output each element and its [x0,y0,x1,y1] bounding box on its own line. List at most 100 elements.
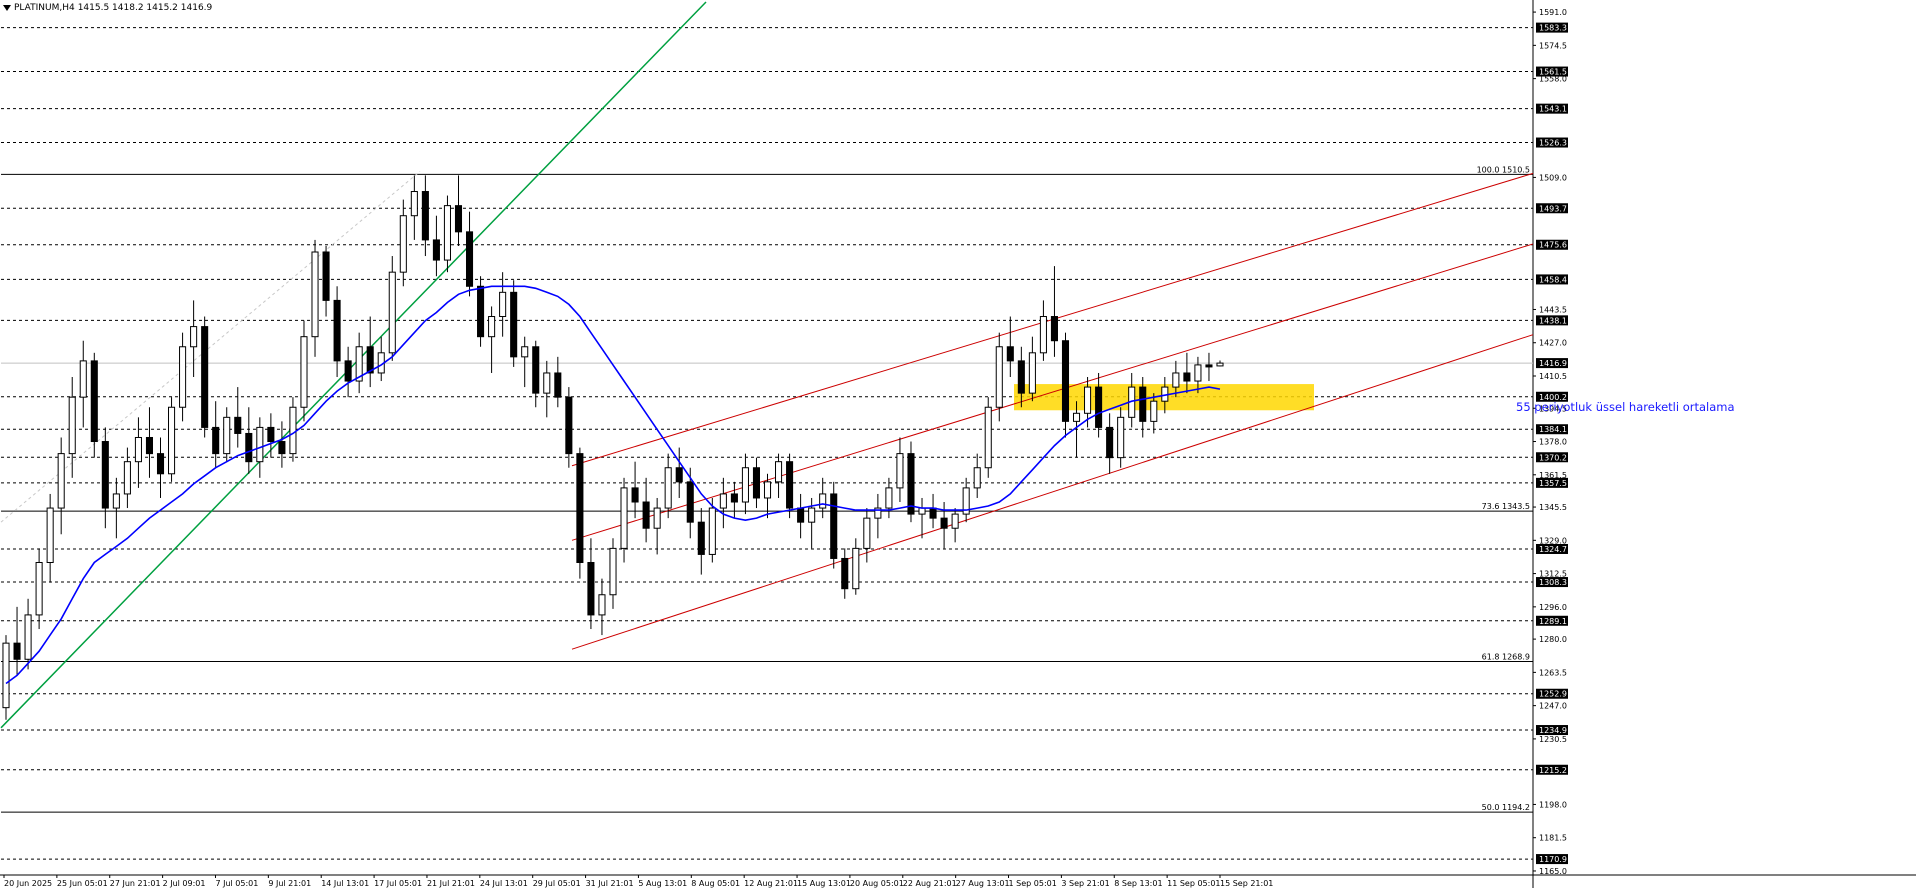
candle [333,299,341,362]
fib-label: 50.0 1194.2 [1482,803,1530,812]
candle [565,396,573,455]
candle [664,467,672,509]
candle [1084,386,1092,414]
candle [620,487,628,549]
candle [1106,426,1114,459]
fib-label: 61.8 1268.9 [1482,652,1530,661]
ohlc-readout: 1415.5 1418.2 1415.2 1416.9 [77,3,213,13]
candle [245,432,253,463]
candle [410,191,418,217]
collapse-triangle-icon[interactable] [3,5,11,11]
candle [168,406,176,475]
y-tick-label: 1296.0 [1539,603,1567,612]
level-price-label: 1215.2 [1539,766,1567,775]
x-tick-label: 12 Aug 21:01 [744,879,798,888]
candle [68,396,76,455]
candle [13,642,21,660]
candle [256,426,264,463]
candle [488,316,496,338]
candle [951,513,959,529]
candle [609,547,617,596]
candle [675,467,683,483]
candle [344,360,352,382]
level-price-label: 1357.5 [1539,479,1567,488]
ema-annotation: 55 periyotluk üssel hareketli ortalama [1516,400,1735,414]
y-tick-label: 1378.0 [1539,438,1567,447]
candle [984,406,992,469]
y-tick-label: 1181.5 [1539,834,1567,843]
symbol-label: PLATINUM,H4 [14,3,75,13]
candle [786,461,794,509]
candle [134,436,142,463]
current-price-label: 1416.9 [1539,359,1567,368]
channel-line [571,334,1534,650]
fib-label: 100.0 1510.5 [1477,165,1530,174]
y-tick-label: 1574.5 [1539,41,1567,50]
candle [1006,346,1014,362]
x-tick-label: 2 Jul 09:01 [163,879,206,888]
candle [201,326,209,428]
candle [510,291,518,358]
x-tick-label: 31 Jul 21:01 [586,879,634,888]
candle [2,642,10,709]
candle [686,481,694,523]
level-price-label: 1475.6 [1539,241,1567,250]
level-price-label: 1526.3 [1539,139,1567,148]
candle [46,507,54,563]
level-price-label: 1289.1 [1539,617,1567,626]
y-tick-label: 1443.5 [1539,305,1567,314]
candle [223,416,231,455]
x-tick-label: 15 Aug 13:01 [797,879,851,888]
candle [1017,360,1025,394]
price-chart: 100.0 1510.5 73.6 1343.5 61.8 1268.9 50.0 1… [0,0,1916,888]
y-tick-label: 1247.0 [1539,702,1567,711]
candle [477,285,485,338]
y-tick-label: 1329.0 [1539,536,1567,545]
candle [995,346,1003,408]
candle [123,461,131,495]
candle [1061,340,1070,422]
candle [1205,364,1213,368]
level-price-label: 1324.7 [1539,545,1567,554]
candle [79,360,87,398]
candle [1050,316,1058,342]
candle [741,467,749,503]
candle [587,561,595,616]
ema55-line [5,285,1221,685]
candle [1095,386,1103,428]
y-tick-label: 1230.5 [1539,735,1567,744]
x-tick-label: 11 Sep 05:01 [1167,879,1220,888]
candle [1172,372,1180,388]
x-tick-label: 8 Aug 05:01 [691,879,740,888]
candle [653,507,661,529]
candle [863,517,871,549]
y-tick-label: 1198.0 [1539,800,1567,809]
candle [532,346,540,394]
candle [830,493,838,559]
candle [145,436,154,455]
candle [808,507,816,523]
x-tick-label: 5 Aug 13:01 [638,879,687,888]
candle [554,372,562,398]
candle [543,372,551,394]
level-price-label: 1561.5 [1539,68,1567,77]
candle [156,453,165,475]
candle [885,487,893,509]
x-tick-label: 29 Jul 05:01 [533,879,581,888]
level-price-label: 1170.9 [1539,855,1567,864]
candle [322,251,330,301]
y-tick-label: 1263.5 [1539,668,1567,677]
x-tick-label: 22 Aug 21:01 [903,879,957,888]
y-tick-label: 1345.5 [1539,503,1567,512]
x-tick-label: 3 Sep 21:01 [1061,879,1109,888]
candle [940,517,948,529]
candle [775,461,783,483]
level-price-label: 1252.9 [1539,690,1567,699]
candle [190,326,198,348]
candle [443,205,451,261]
x-tick-label: 21 Jul 21:01 [427,879,475,888]
level-price-label: 1384.1 [1539,425,1567,434]
candle [289,406,297,455]
candle [499,291,507,318]
candle [852,547,860,590]
